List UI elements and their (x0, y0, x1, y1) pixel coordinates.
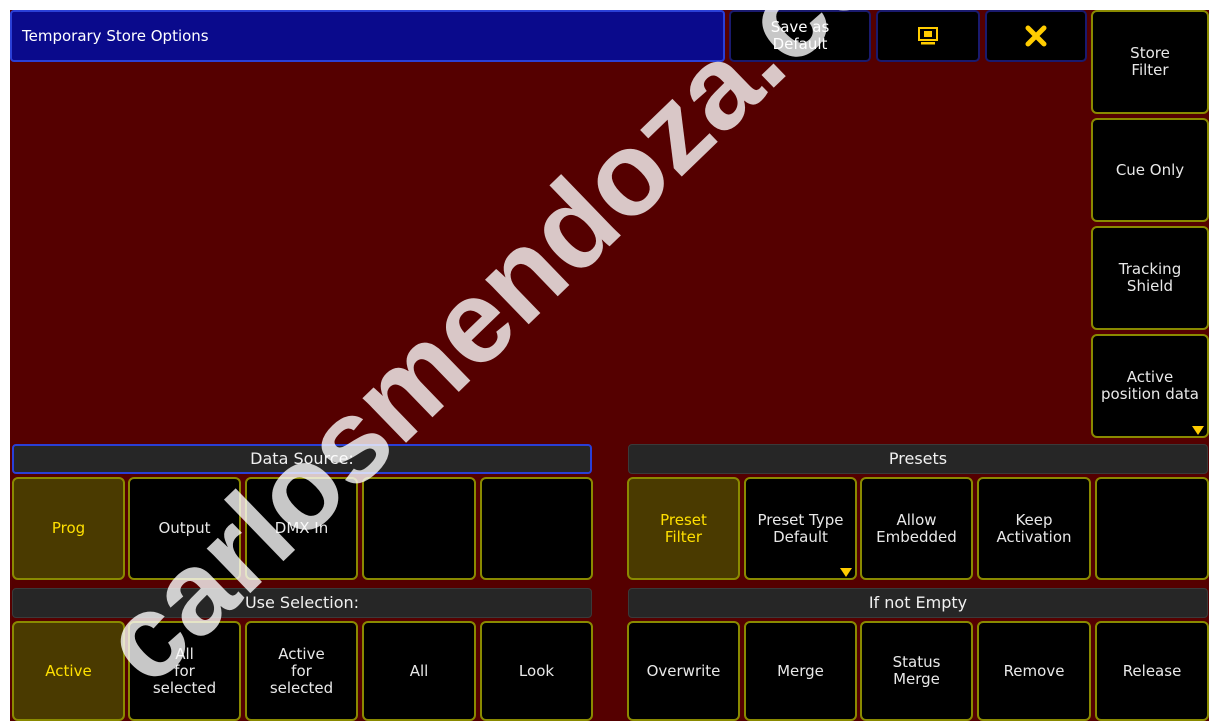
keep-activation-button[interactable]: Keep Activation (977, 477, 1091, 580)
data-source-output-button[interactable]: Output (128, 477, 241, 580)
monitor-icon (918, 27, 938, 45)
window-title: Temporary Store Options (10, 10, 725, 62)
use-selection-all-button[interactable]: All (362, 621, 476, 721)
merge-button[interactable]: Merge (744, 621, 857, 721)
active-position-data-button[interactable]: Active position data (1091, 334, 1209, 438)
close-icon (1025, 25, 1047, 47)
use-selection-active-button[interactable]: Active (12, 621, 125, 721)
preset-filter-button[interactable]: Preset Filter (627, 477, 740, 580)
data-source-prog-button[interactable]: Prog (12, 477, 125, 580)
presets-header: Presets (628, 444, 1208, 474)
store-filter-button[interactable]: Store Filter (1091, 10, 1209, 114)
release-button[interactable]: Release (1095, 621, 1209, 721)
active-position-data-label: Active position data (1101, 368, 1199, 403)
cue-only-button[interactable]: Cue Only (1091, 118, 1209, 222)
remove-button[interactable]: Remove (977, 621, 1091, 721)
use-selection-all-for-selected-button[interactable]: All for selected (128, 621, 241, 721)
status-merge-button[interactable]: Status Merge (860, 621, 973, 721)
dropdown-triangle-icon (1192, 426, 1204, 435)
if-not-empty-header: If not Empty (628, 588, 1208, 618)
close-button[interactable] (985, 10, 1087, 62)
dropdown-triangle-icon (840, 568, 852, 577)
overwrite-button[interactable]: Overwrite (627, 621, 740, 721)
presets-empty-button[interactable] (1095, 477, 1209, 580)
use-selection-header: Use Selection: (12, 588, 592, 618)
data-source-header: Data Source: (12, 444, 592, 474)
preset-type-default-button[interactable]: Preset Type Default (744, 477, 857, 580)
data-source-dmx-in-button[interactable]: DMX In (245, 477, 358, 580)
data-source-empty-button-2[interactable] (480, 477, 593, 580)
save-as-default-button[interactable]: Save as Default (729, 10, 871, 62)
display-button[interactable] (876, 10, 980, 62)
use-selection-active-for-selected-button[interactable]: Active for selected (245, 621, 358, 721)
preset-type-default-label: Preset Type Default (757, 510, 844, 546)
use-selection-look-button[interactable]: Look (480, 621, 593, 721)
data-source-empty-button-1[interactable] (362, 477, 476, 580)
tracking-shield-button[interactable]: Tracking Shield (1091, 226, 1209, 330)
allow-embedded-button[interactable]: Allow Embedded (860, 477, 973, 580)
